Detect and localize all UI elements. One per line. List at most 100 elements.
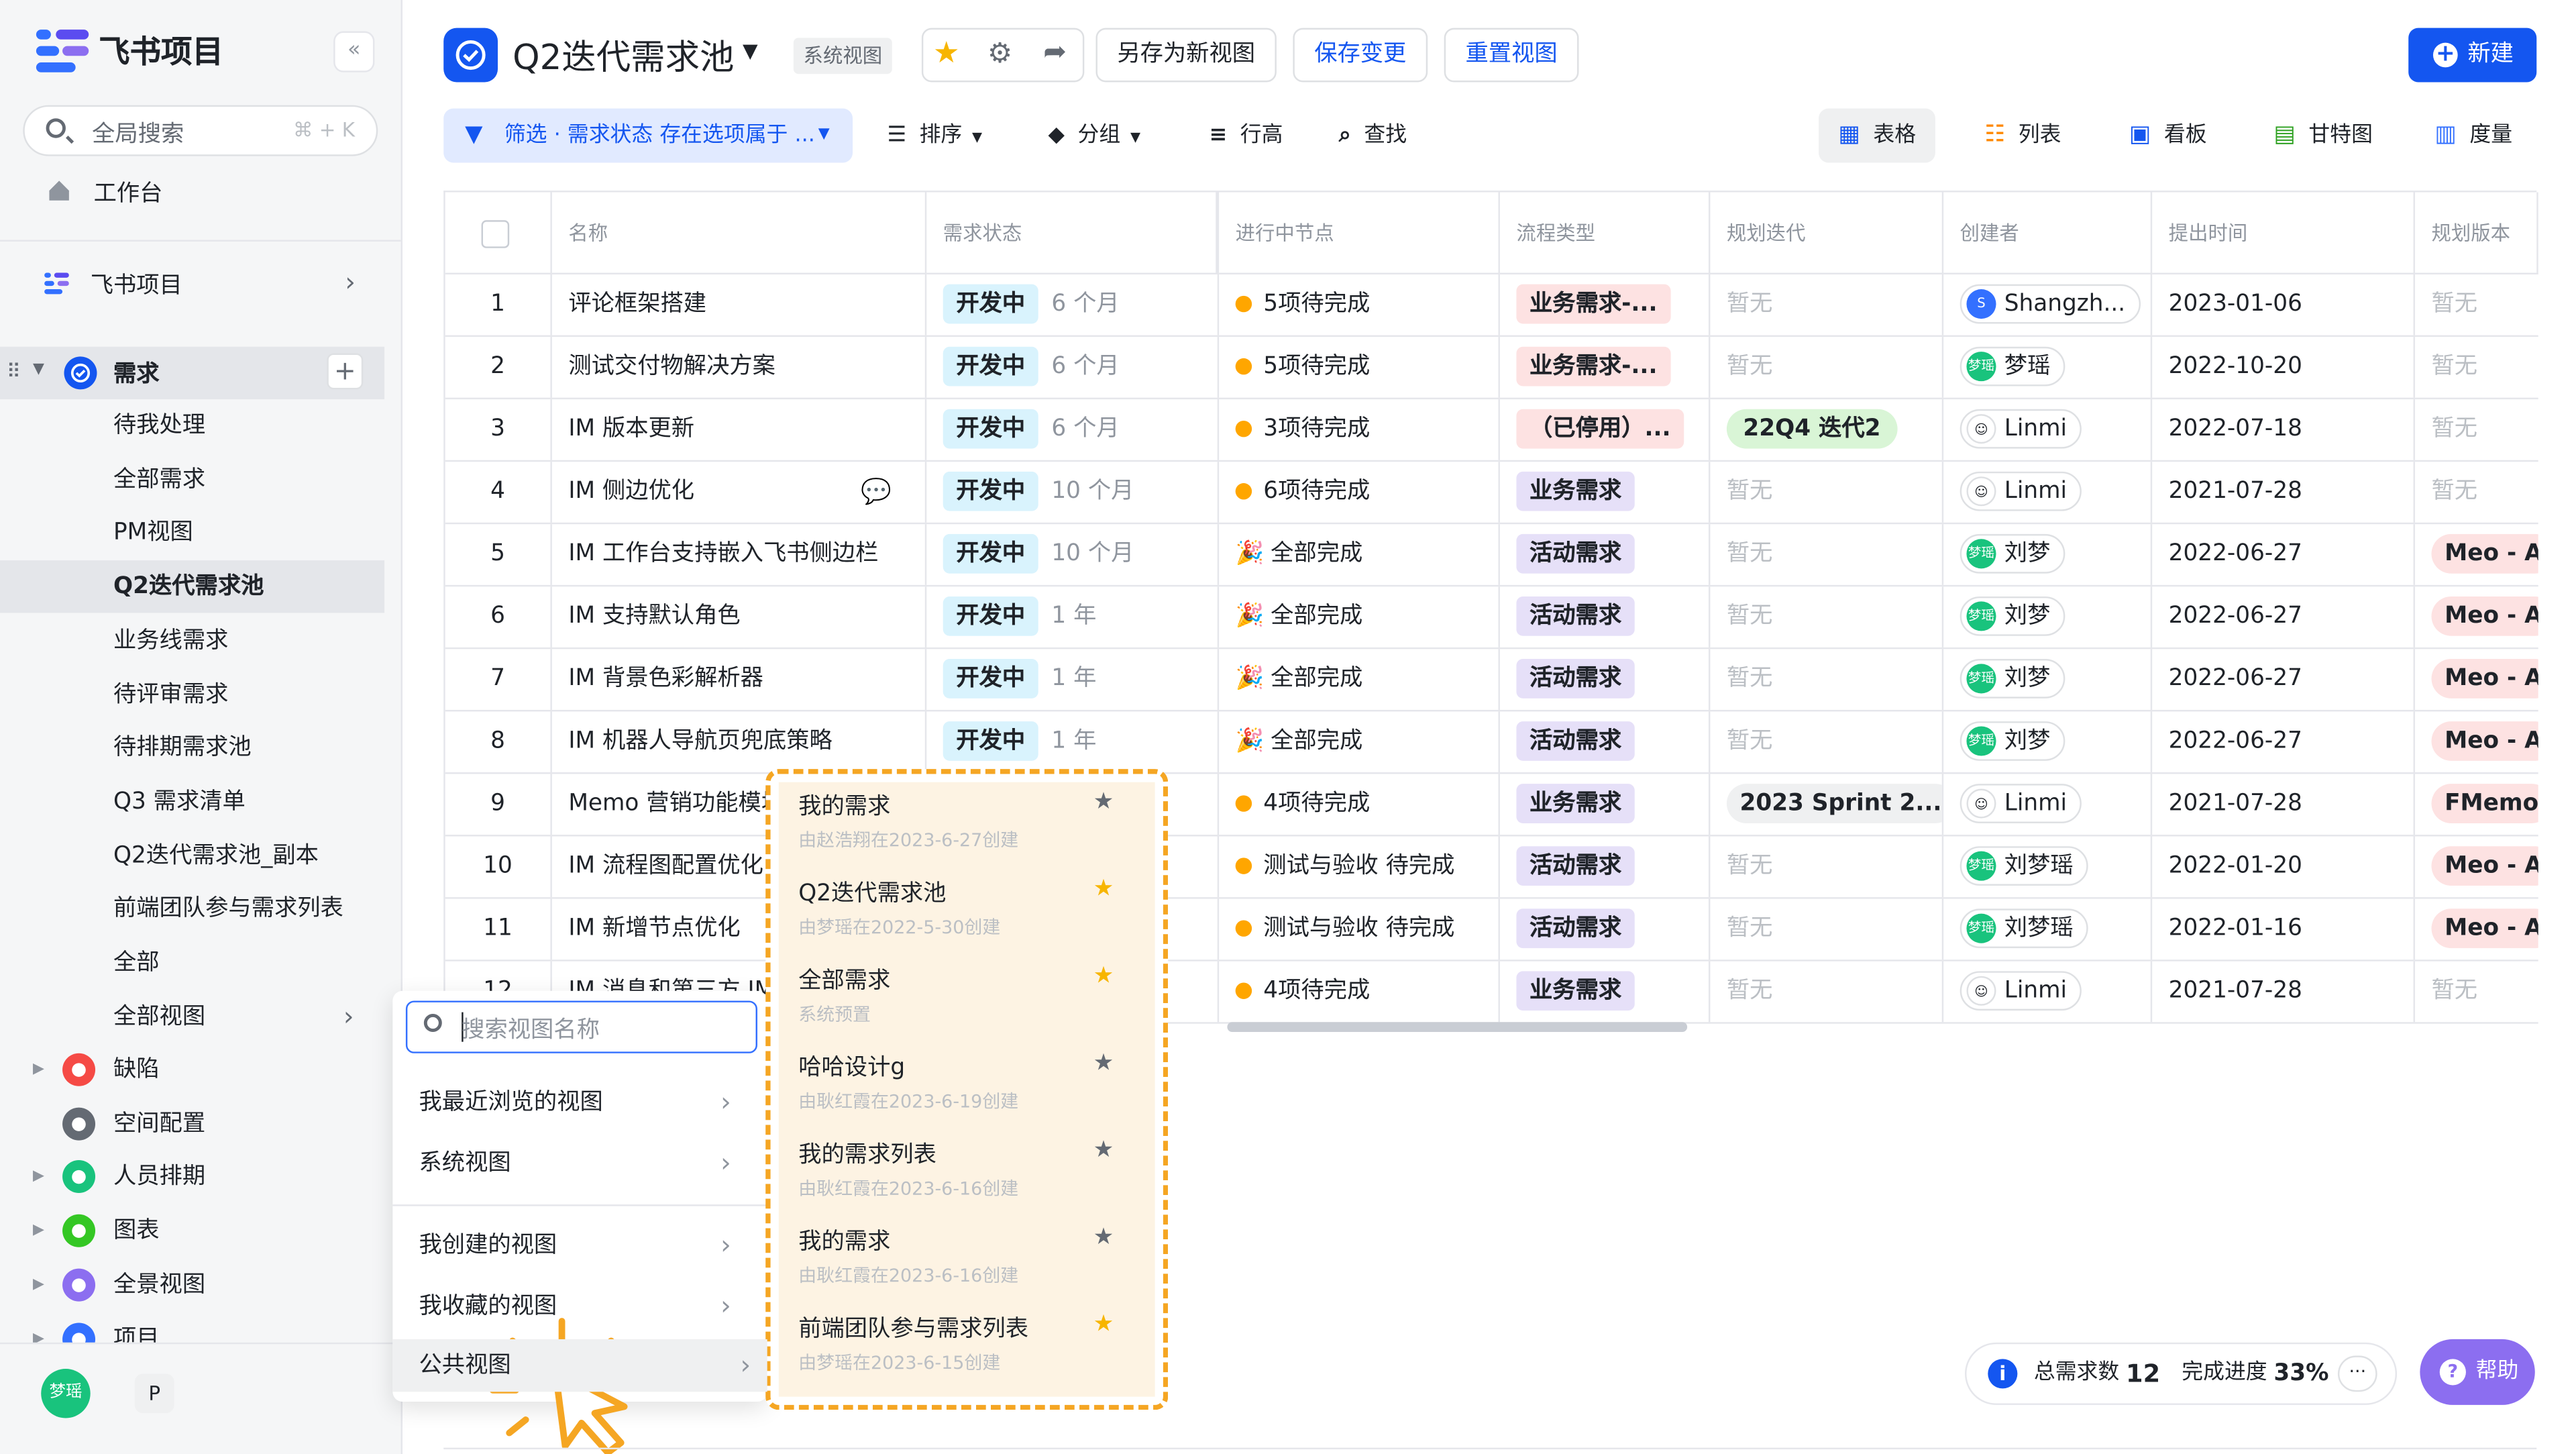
save-changes-button[interactable]: 保存变更 [1293,28,1428,83]
column-header[interactable]: 进行中节点 [1219,192,1500,274]
more-button[interactable]: ··· [2337,1355,2377,1392]
star-icon[interactable]: ★ [1093,1050,1114,1076]
date-cell[interactable]: 2022-06-27 [2152,524,2416,585]
view-category-item[interactable]: 公共视图 › [392,1339,767,1392]
tab-kanban[interactable]: ▣ 看板 [2110,109,2226,163]
comment-icon[interactable]: 💬 [861,462,892,523]
iteration-cell[interactable]: 暂无 [1710,462,1944,523]
creator-cell[interactable]: 梦瑶 刘梦 [1943,524,2153,585]
status-cell[interactable]: 开发中 6 个月 [926,337,1220,398]
column-header[interactable]: 名称 [551,192,927,274]
type-cell[interactable]: 业务需求-... [1500,337,1711,398]
status-cell[interactable]: 开发中 1 年 [926,649,1220,710]
sidebar-group-requirements[interactable]: ⠿ ▼ 需求 + [0,346,385,400]
reset-view-button[interactable]: 重置视图 [1444,28,1579,83]
public-view-item[interactable]: 我的需求 由赵浩翔在2023-6-27创建 ★ [798,789,1127,865]
column-header[interactable]: 创建者 [1943,192,2153,274]
table-row[interactable]: 11 IM 新增节点优化 测试与验收 待完成 活动需求 暂无 梦瑶 刘梦瑶 2022-01-1… [445,898,2538,962]
status-cell[interactable]: 开发中 10 个月 [926,462,1220,523]
sidebar-section-item[interactable]: ● 空间配置 [0,1097,402,1149]
type-cell[interactable]: 活动需求 [1500,524,1711,585]
avatar[interactable]: 梦瑶 [41,1369,91,1418]
public-view-item[interactable]: Q2迭代需求池 由梦瑶在2022-5-30创建 ★ [798,876,1127,951]
column-header[interactable]: 提出时间 [2152,192,2416,274]
node-cell[interactable]: 6项待完成 [1219,462,1500,523]
creator-cell[interactable]: ☺ Linmi [1943,399,2153,460]
view-category-item[interactable]: 我最近浏览的视图 › [419,1076,747,1129]
iteration-cell[interactable]: 22Q4 迭代2 [1710,399,1944,460]
table-row[interactable]: 2 测试交付物解决方案 开发中 6 个月 5项待完成 业务需求-... 暂无 梦瑶 梦瑶 2022… [445,337,2538,400]
share-icon[interactable]: ➦ [1043,36,1067,69]
sidebar-view-item[interactable]: 业务线需求 [0,614,402,666]
column-header[interactable]: 规划版本 [2415,192,2538,274]
star-icon[interactable]: ★ [1093,876,1114,902]
status-cell[interactable]: 开发中 10 个月 [926,524,1220,585]
date-cell[interactable]: 2023-01-06 [2152,274,2416,335]
node-cell[interactable]: 测试与验收 待完成 [1219,836,1500,898]
sidebar-view-item[interactable]: Q2迭代需求池 [0,560,385,613]
public-view-item[interactable]: 我的需求 由耿红霞在2023-6-16创建 ★ [798,1225,1127,1300]
sidebar-view-item[interactable]: Q3 需求清单 [0,776,402,828]
new-button[interactable]: 新建 [2408,28,2537,83]
public-view-item[interactable]: 全部需求 系统预置 ★ [798,963,1127,1039]
sidebar-view-item[interactable]: 待我处理 [0,399,402,452]
tab-gantt[interactable]: ▤ 甘特图 [2254,109,2392,163]
date-cell[interactable]: 2021-07-28 [2152,462,2416,523]
name-cell[interactable]: IM 侧边优化 💬 [552,462,927,523]
type-cell[interactable]: 活动需求 [1500,836,1711,898]
date-cell[interactable]: 2022-01-16 [2152,898,2416,960]
caret-right-icon[interactable]: ▶ [33,1258,44,1310]
iteration-cell[interactable]: 暂无 [1710,711,1944,773]
global-search-input[interactable]: 全局搜索 ⌘ + K [23,105,378,156]
save-as-new-view-button[interactable]: 另存为新视图 [1095,28,1277,83]
collapse-sidebar-button[interactable]: « [333,31,375,72]
table-row[interactable]: 5 IM 工作台支持嵌入飞书侧边栏 开发中 10 个月 🎉 全部完成 活动需求 暂无 梦瑶 刘梦 2… [445,524,2538,587]
date-cell[interactable]: 2022-10-20 [2152,337,2416,398]
node-cell[interactable]: 5项待完成 [1219,274,1500,335]
caret-down-icon[interactable]: ▼ [743,40,758,62]
type-cell[interactable]: 活动需求 [1500,586,1711,647]
creator-cell[interactable]: 梦瑶 刘梦 [1943,649,2153,710]
workbench-link[interactable]: 工作台 [94,176,163,209]
add-view-button[interactable]: + [327,353,364,390]
type-cell[interactable]: 业务需求 [1500,961,1711,1023]
table-row[interactable]: 8 IM 机器人导航页兜底策略 开发中 1 年 🎉 全部完成 活动需求 暂无 梦瑶 刘梦 2022-… [445,711,2538,774]
iteration-cell[interactable]: 暂无 [1710,898,1944,960]
page-title[interactable]: Q2迭代需求池 [513,32,734,81]
version-cell[interactable]: 暂无 [2415,274,2538,335]
creator-cell[interactable]: ☺ Linmi [1943,462,2153,523]
version-cell[interactable]: FMemo [2415,774,2538,835]
creator-cell[interactable]: S Shangzh... [1943,274,2153,335]
creator-cell[interactable]: 梦瑶 刘梦瑶 [1943,836,2153,898]
drag-handle-icon[interactable]: ⠿ [7,360,21,382]
sidebar-section-item[interactable]: ▶ ● 图表 [0,1204,402,1257]
sidebar-view-item[interactable]: 待评审需求 [0,668,402,721]
public-view-item[interactable]: 哈哈设计g 由耿红霞在2023-6-19创建 ★ [798,1050,1127,1126]
row-height-button[interactable]: ≡ 行高 [1209,109,1283,163]
tab-metrics[interactable]: ▥ 度量 [2415,109,2532,163]
date-cell[interactable]: 2022-01-20 [2152,836,2416,898]
name-cell[interactable]: IM 工作台支持嵌入飞书侧边栏 [552,524,927,585]
type-cell[interactable]: 活动需求 [1500,711,1711,773]
table-row[interactable]: 3 IM 版本更新 开发中 6 个月 3项待完成 （已停用）... 22Q4 迭代2 ☺ Lin… [445,399,2538,462]
sidebar-view-item[interactable]: 全部视图 › [0,990,402,1043]
iteration-cell[interactable]: 暂无 [1710,649,1944,710]
status-cell[interactable]: 开发中 1 年 [926,711,1220,773]
status-cell[interactable]: 开发中 6 个月 [926,399,1220,460]
table-row[interactable]: 7 IM 背景色彩解析器 开发中 1 年 🎉 全部完成 活动需求 暂无 梦瑶 刘梦 2022-06-… [445,649,2538,712]
view-category-item[interactable]: 系统视图 › [419,1137,747,1190]
sidebar-view-item[interactable]: Q2迭代需求池_副本 [0,829,402,882]
date-cell[interactable]: 2021-07-28 [2152,961,2416,1023]
version-cell[interactable]: Meo - A [2415,837,2538,898]
star-icon[interactable]: ★ [1093,963,1114,989]
star-icon[interactable]: ★ [1093,1225,1114,1251]
iteration-cell[interactable]: 暂无 [1710,586,1944,647]
creator-cell[interactable]: 梦瑶 刘梦 [1943,586,2153,647]
iteration-cell[interactable]: 暂无 [1710,274,1944,335]
iteration-cell[interactable]: 暂无 [1710,337,1944,398]
caret-right-icon[interactable]: ▶ [33,1043,44,1096]
date-cell[interactable]: 2022-07-18 [2152,399,2416,460]
select-all-checkbox-cell[interactable] [445,192,552,274]
version-cell[interactable]: Meo - A [2415,711,2538,772]
iteration-cell[interactable]: 暂无 [1710,961,1944,1023]
